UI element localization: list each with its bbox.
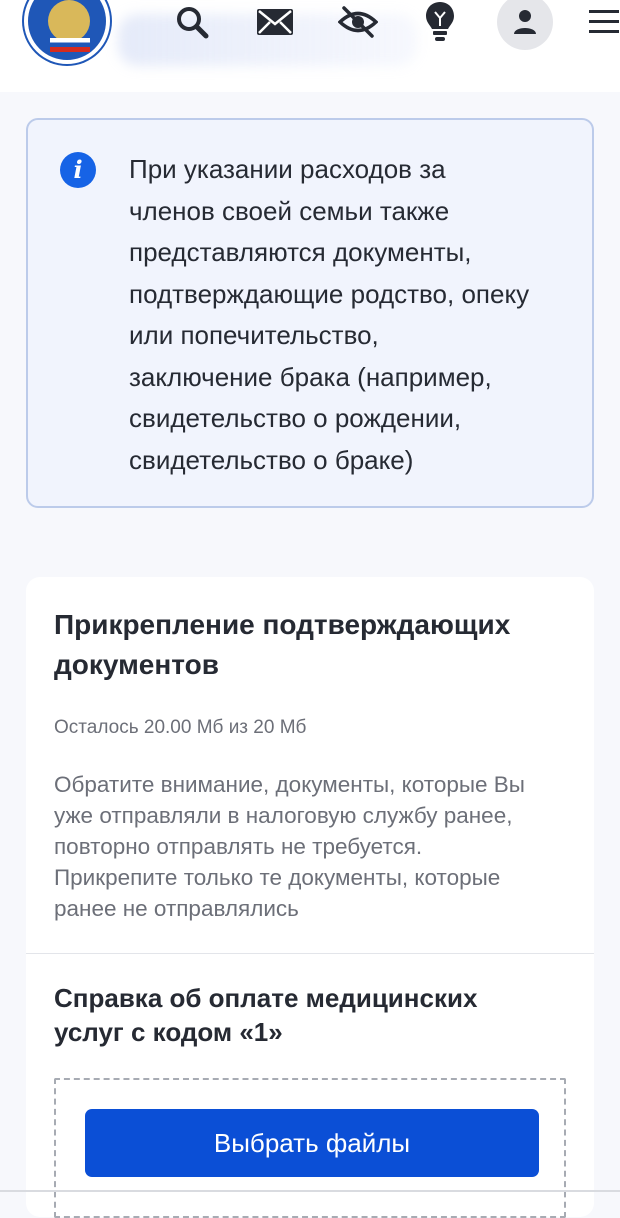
storage-remaining: Осталось 20.00 Мб из 20 Мб [54, 717, 307, 738]
attachments-notice: Обратите внимание, документы, которые Вы… [54, 772, 525, 921]
user-icon [514, 10, 536, 34]
lightbulb-icon[interactable] [420, 2, 460, 42]
emblem-eagle-icon [48, 0, 90, 42]
file-dropzone[interactable]: Выбрать файлы [54, 1078, 566, 1218]
top-header [0, 0, 620, 92]
attachments-title: Прикрепление подтверждающих документов [54, 609, 511, 680]
hamburger-icon[interactable] [584, 2, 620, 42]
search-icon[interactable] [172, 2, 212, 42]
russian-flag-icon [50, 38, 90, 52]
divider [26, 953, 594, 954]
fns-logo-icon[interactable] [24, 0, 110, 64]
profile-button[interactable] [497, 0, 553, 50]
attachments-card: Прикрепление подтверждающих документов О… [26, 577, 594, 1218]
info-icon: i [60, 152, 96, 188]
family-expenses-info-box: i При указании расходов за членов своей … [26, 118, 594, 508]
bottom-divider [0, 1190, 620, 1192]
choose-files-button[interactable]: Выбрать файлы [85, 1109, 539, 1177]
eye-slash-icon[interactable] [338, 2, 378, 42]
info-text: При указании расходов за членов своей се… [129, 154, 530, 475]
medical-certificate-title: Справка об оплате медицинских услуг с ко… [54, 983, 478, 1047]
envelope-icon[interactable] [255, 2, 295, 42]
